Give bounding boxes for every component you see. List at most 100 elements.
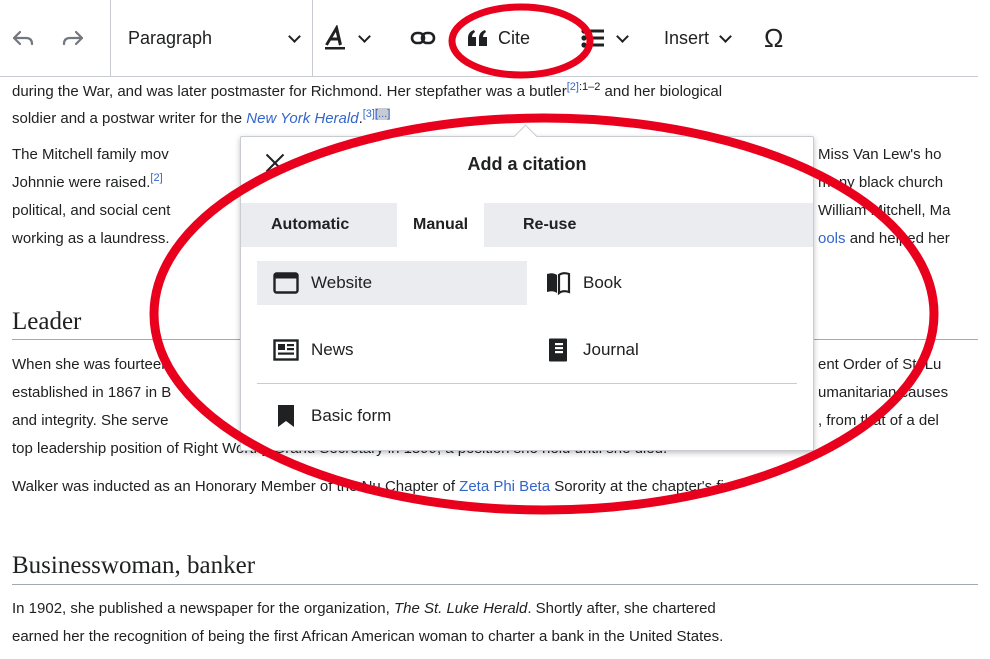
- insert-label: Insert: [664, 27, 710, 48]
- list-icon: [581, 28, 604, 48]
- newspaper-icon: [273, 339, 299, 361]
- omega-icon: Ω: [764, 22, 784, 53]
- text-run: umanitarian causes: [818, 384, 949, 401]
- add-citation-dialog: Add a citation Automatic Manual Re-use W…: [240, 124, 814, 451]
- bookmark-icon: [278, 405, 294, 427]
- reference-tag[interactable]: [...]: [374, 108, 391, 120]
- paragraph-line: When she was fourteen: [12, 353, 170, 377]
- tab-reuse[interactable]: Re-use: [507, 203, 592, 247]
- text-run: In 1902, she published a newspaper for t…: [12, 600, 394, 617]
- book-icon: [547, 272, 571, 296]
- toolbar-divider: [110, 0, 111, 76]
- undo-icon: [12, 30, 34, 46]
- text-run: When she was fourteen: [12, 356, 170, 373]
- website-option[interactable]: Website: [257, 261, 527, 305]
- reference-link[interactable]: [3]: [363, 108, 375, 120]
- schools-link[interactable]: ools: [818, 230, 846, 247]
- zeta-phi-beta-link[interactable]: Zeta Phi Beta: [459, 478, 550, 495]
- redo-button[interactable]: [62, 23, 84, 53]
- text-run: soldier and a postwar writer for the: [12, 110, 247, 127]
- text-run: working as a laundress.: [12, 230, 170, 247]
- text-run: established in 1867 in B: [12, 384, 172, 401]
- paragraph-line: ools and helped her: [818, 227, 950, 251]
- text-run: The Mitchell family mov: [12, 146, 169, 163]
- text-run: and helped her: [845, 230, 950, 247]
- paragraph-line: soldier and a postwar writer for the New…: [12, 108, 391, 127]
- paragraph-line: In 1902, she published a newspaper for t…: [12, 597, 716, 621]
- chevron-down-icon: [358, 29, 371, 43]
- insert-menu-button[interactable]: Insert: [664, 23, 732, 53]
- paragraph-line: umanitarian causes: [818, 381, 948, 405]
- paragraph-line: Miss Van Lew's ho: [818, 143, 941, 167]
- new-york-herald-link[interactable]: New York Herald: [246, 110, 358, 127]
- paragraph-line: Johnnie were raised.[2]: [12, 171, 163, 195]
- book-option-label: Book: [583, 273, 622, 292]
- text-run: , from that of a del: [818, 412, 939, 429]
- link-icon: [410, 31, 436, 45]
- tab-automatic[interactable]: Automatic: [255, 203, 365, 247]
- paragraph-line: many black church: [818, 171, 943, 195]
- paragraph-format-dropdown[interactable]: Paragraph: [128, 23, 212, 53]
- paragraph-line: , from that of a del: [818, 409, 939, 433]
- paragraph-line: established in 1867 in B: [12, 381, 171, 405]
- website-option-label: Website: [311, 273, 373, 292]
- text-style-button[interactable]: [322, 23, 371, 53]
- text-run: Sorority at the chapter's fi: [550, 478, 724, 495]
- paragraph-line: political, and social cent: [12, 199, 170, 223]
- text-run: . Shortly after, she chartered: [527, 600, 716, 617]
- section-heading-businesswoman: Businesswoman, banker: [12, 552, 256, 579]
- special-character-button[interactable]: Ω: [764, 23, 783, 53]
- book-option[interactable]: Book: [529, 261, 799, 305]
- cite-button[interactable]: Cite: [466, 23, 530, 53]
- text-run: and integrity. She serve: [12, 412, 169, 429]
- tab-manual[interactable]: Manual: [397, 203, 485, 249]
- reference-link[interactable]: [2]: [150, 172, 162, 184]
- options-divider: [257, 383, 797, 384]
- text-run: earned her the recognition of being the …: [12, 628, 724, 645]
- chevron-down-icon: [719, 29, 732, 43]
- chevron-down-icon: [616, 29, 629, 43]
- redo-icon: [62, 30, 84, 46]
- chevron-down-icon: [288, 29, 301, 43]
- basic-form-option[interactable]: Basic form: [257, 394, 527, 438]
- paragraph-line: working as a laundress.: [12, 227, 170, 251]
- text-run-italic: The St. Luke Herald: [393, 600, 528, 617]
- browser-window-icon: [273, 272, 299, 294]
- reference-pages: :1–2: [578, 81, 601, 93]
- paragraph-dropdown-chevron[interactable]: [278, 23, 301, 53]
- text-run: and her biological: [600, 83, 723, 100]
- paragraph-line: The Mitchell family mov: [12, 143, 169, 167]
- list-button[interactable]: [580, 23, 629, 53]
- toolbar-divider: [312, 0, 313, 76]
- reference-link[interactable]: [2]: [567, 81, 579, 93]
- text-run: many black church: [818, 174, 944, 191]
- undo-button[interactable]: [12, 23, 34, 53]
- news-option[interactable]: News: [257, 328, 527, 372]
- dialog-title: Add a citation: [467, 154, 587, 174]
- journal-option-label: Journal: [583, 340, 639, 359]
- text-run: Johnnie were raised.: [12, 174, 151, 191]
- text-run: Miss Van Lew's ho: [818, 146, 942, 163]
- paragraph-line: William Mitchell, Ma: [818, 199, 951, 223]
- paragraph-line: during the War, and was later postmaster…: [12, 80, 722, 104]
- editor-toolbar: Paragraph Cite Insert Ω: [0, 0, 978, 77]
- heading-rule: [12, 584, 978, 585]
- journal-option[interactable]: Journal: [529, 328, 799, 372]
- basic-form-option-label: Basic form: [311, 406, 392, 425]
- paragraph-format-label: Paragraph: [128, 27, 213, 48]
- text-run: Walker was inducted as an Honorary Membe…: [12, 478, 460, 495]
- cite-label: Cite: [498, 27, 531, 48]
- text-run: during the War, and was later postmaster…: [12, 83, 567, 100]
- dialog-header: Add a citation: [241, 137, 813, 193]
- citation-tabs: Automatic Manual Re-use: [241, 203, 813, 249]
- link-button[interactable]: [410, 23, 436, 53]
- journal-icon: [549, 338, 567, 362]
- paragraph-line: ent Order of St. Lu: [818, 353, 941, 377]
- paragraph-line: Walker was inducted as an Honorary Membe…: [12, 475, 724, 499]
- paragraph-line: earned her the recognition of being the …: [12, 625, 723, 649]
- section-heading-leader: Leader: [12, 308, 82, 335]
- text-run: William Mitchell, Ma: [818, 202, 951, 219]
- paragraph-line: and integrity. She serve: [12, 409, 168, 433]
- news-option-label: News: [311, 340, 354, 359]
- text-run: ent Order of St. Lu: [818, 356, 942, 373]
